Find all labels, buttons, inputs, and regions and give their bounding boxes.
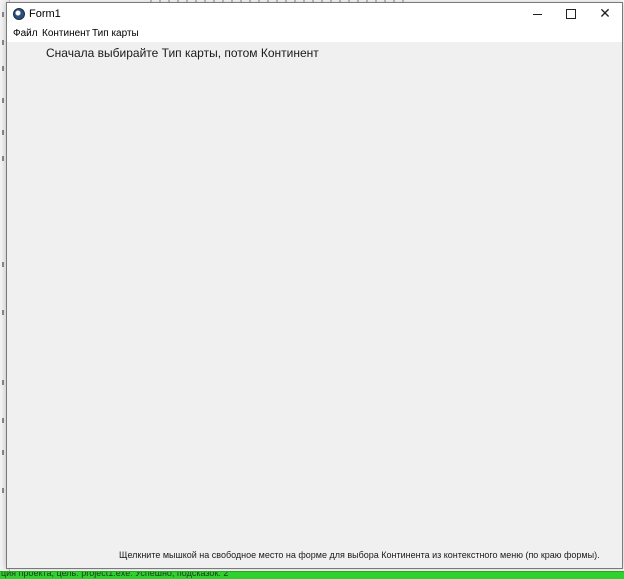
- window-title: Form1: [29, 8, 61, 20]
- minimize-icon: [532, 13, 542, 15]
- form1-window: Form1 ✕ Файл Континент Тип карты Сначала…: [6, 2, 623, 569]
- menu-bar: Файл Континент Тип карты: [7, 25, 622, 42]
- maximize-button[interactable]: [554, 3, 588, 25]
- app-icon: [13, 8, 25, 20]
- title-bar[interactable]: Form1 ✕: [7, 3, 622, 25]
- maximize-icon: [566, 9, 576, 19]
- form-client-area[interactable]: Сначала выбирайте Тип карты, потом Конти…: [7, 42, 622, 568]
- close-icon: ✕: [599, 6, 611, 22]
- desktop-screen: Form1 ✕ Файл Континент Тип карты Сначала…: [0, 0, 624, 579]
- background-build-status-bar: ция проекта, цель: project1.exe: Успешно…: [0, 571, 624, 579]
- instruction-label: Сначала выбирайте Тип карты, потом Конти…: [46, 46, 319, 60]
- minimize-button[interactable]: [520, 3, 554, 25]
- menu-item-continent[interactable]: Континент: [42, 27, 90, 40]
- close-button[interactable]: ✕: [588, 3, 622, 25]
- menu-item-file[interactable]: Файл: [13, 27, 38, 40]
- build-status-text: ция проекта, цель: project1.exe: Успешно…: [1, 571, 229, 578]
- context-menu-hint-label: Щелкните мышкой на свободное место на фо…: [119, 550, 600, 560]
- menu-item-map-type[interactable]: Тип карты: [92, 27, 139, 40]
